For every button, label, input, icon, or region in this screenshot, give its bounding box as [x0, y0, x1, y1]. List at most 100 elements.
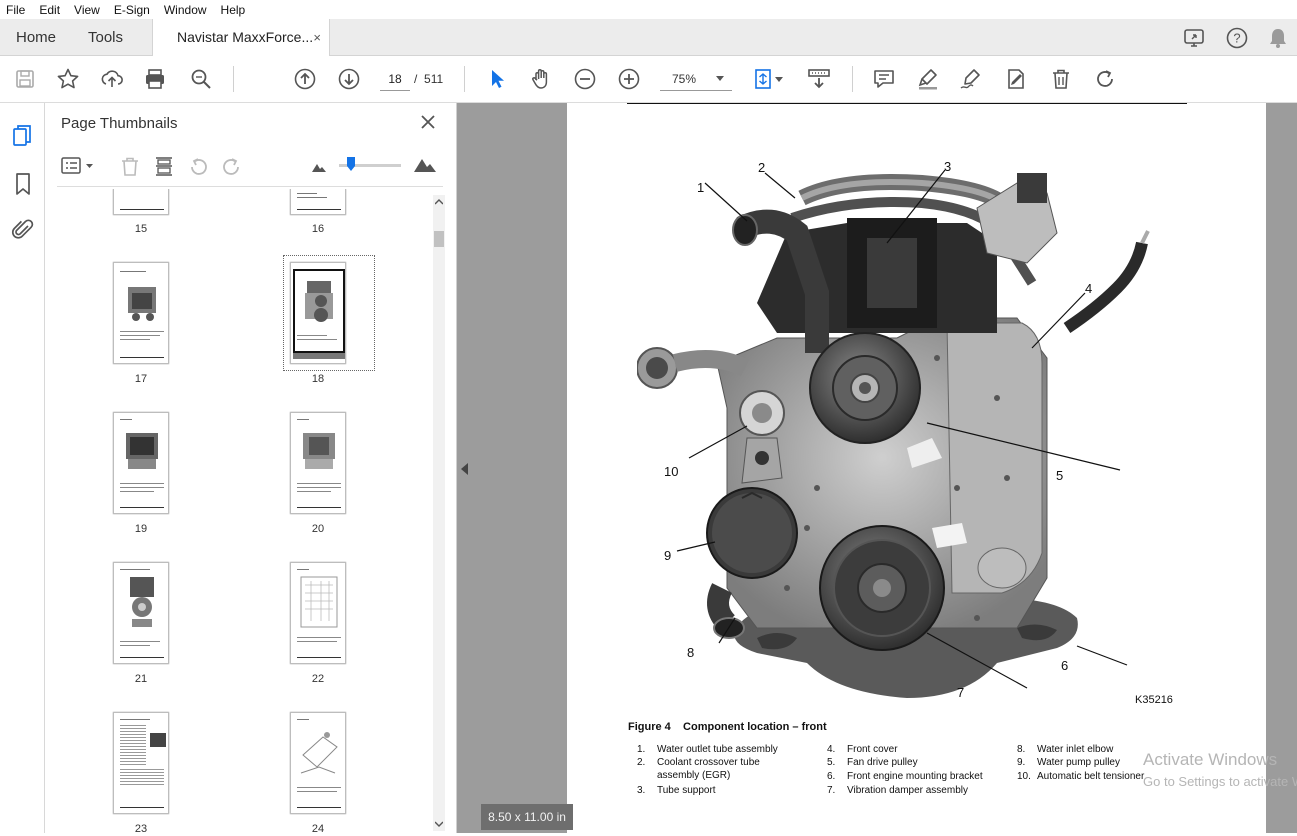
page-thumbnail[interactable]: [290, 562, 346, 664]
slider-handle[interactable]: [346, 156, 356, 172]
highlight-button[interactable]: [914, 65, 942, 93]
callout-10: 10: [664, 464, 679, 479]
pdf-page: 1 2 3 4 5 6 7 8 9 10 K35216 Figure 4 Com…: [567, 103, 1266, 836]
collapse-panel-button[interactable]: [457, 455, 473, 483]
document-viewport[interactable]: 1 2 3 4 5 6 7 8 9 10 K35216 Figure 4 Com…: [457, 103, 1297, 836]
thumbnail-options-icon[interactable]: [61, 156, 97, 176]
fit-page-icon: [755, 69, 783, 89]
menu-file[interactable]: File: [6, 3, 25, 17]
page-separator: /: [414, 72, 418, 86]
zoom-in-button[interactable]: [615, 65, 643, 93]
page-number-label: 21: [134, 673, 148, 685]
find-button[interactable]: [187, 65, 215, 93]
menu-help[interactable]: Help: [221, 3, 246, 17]
large-thumbnail-icon[interactable]: [413, 157, 437, 173]
page-thumbnail[interactable]: [290, 712, 346, 814]
trash-icon: [1053, 69, 1069, 89]
tab-document[interactable]: Navistar MaxxForce... ×: [152, 19, 330, 56]
page-thumbnail-selected[interactable]: [290, 262, 346, 364]
page-total-label: / 511: [414, 72, 443, 86]
callout-1: 1: [697, 180, 705, 195]
scrolling-mode-button[interactable]: [805, 65, 833, 93]
main-toolbar: / 511 75%: [0, 56, 1297, 103]
page-number-input[interactable]: [380, 67, 410, 91]
navigation-rail: [0, 103, 45, 833]
upload-button[interactable]: [98, 65, 126, 93]
watermark-line-2: Go to Settings to activate Windows.: [1143, 774, 1297, 789]
share-screen-icon[interactable]: [1183, 27, 1207, 49]
legend-item: 5. Fan drive pulley: [827, 757, 918, 768]
sign-button[interactable]: [958, 65, 986, 93]
extract-pages-icon[interactable]: [153, 155, 175, 177]
legend-item: 9. Water pump pulley: [1017, 757, 1120, 768]
hand-icon: [532, 69, 548, 89]
page-thumbnail[interactable]: [113, 262, 169, 364]
select-tool-button[interactable]: [483, 65, 511, 93]
bookmark-star-button[interactable]: [54, 65, 82, 93]
rotate-button[interactable]: [1091, 65, 1119, 93]
fill-sign-button[interactable]: [1003, 65, 1031, 93]
callout-6: 6: [1061, 658, 1069, 673]
pen-sign-icon: [960, 69, 980, 89]
cursor-icon: [492, 70, 504, 88]
menu-window[interactable]: Window: [164, 3, 207, 17]
scroll-up-icon[interactable]: [435, 199, 443, 205]
zoom-level-dropdown[interactable]: 75%: [660, 67, 732, 91]
page-thumbnail[interactable]: [290, 412, 346, 514]
legend-item: 3. Tube support: [637, 785, 716, 796]
legend-item: 4. Front cover: [827, 744, 898, 755]
scroll-mode-icon: [808, 69, 830, 89]
page-number-label: 16: [311, 223, 325, 235]
small-thumbnail-icon[interactable]: [311, 161, 327, 173]
rotate-clockwise-icon: [1097, 70, 1113, 87]
page-number-label: 15: [134, 223, 148, 235]
engine-front-thumbnail-image: [305, 281, 333, 322]
arrow-up-icon: [294, 68, 316, 90]
trash-icon[interactable]: [119, 155, 141, 177]
rotate-clockwise-icon[interactable]: [219, 155, 243, 177]
page-display-button[interactable]: [752, 65, 788, 93]
save-button[interactable]: [11, 65, 39, 93]
rotate-counterclockwise-icon[interactable]: [187, 155, 211, 177]
zoom-out-icon: [574, 68, 596, 90]
page-thumbnail[interactable]: [113, 412, 169, 514]
figure-caption: Figure 4 Component location – front: [628, 721, 827, 733]
zoom-level-value: 75%: [672, 72, 697, 86]
tab-tools[interactable]: Tools: [88, 19, 123, 56]
print-icon: [146, 69, 164, 89]
hand-tool-button[interactable]: [527, 65, 555, 93]
tab-home[interactable]: Home: [16, 19, 56, 56]
help-icon[interactable]: ?: [1225, 26, 1249, 50]
page-size-indicator: 8.50 x 11.00 in: [481, 804, 573, 830]
page-thumbnails-icon[interactable]: [11, 123, 35, 149]
previous-page-button[interactable]: [291, 65, 319, 93]
engine-thumbnail-image: [126, 433, 158, 469]
zoom-out-button[interactable]: [571, 65, 599, 93]
menu-esign[interactable]: E-Sign: [114, 3, 150, 17]
page-thumbnail[interactable]: [113, 562, 169, 664]
comment-button[interactable]: [870, 65, 898, 93]
menu-view[interactable]: View: [74, 3, 100, 17]
close-tab-icon[interactable]: ×: [313, 19, 321, 56]
callout-4: 4: [1085, 281, 1093, 296]
chevron-down-icon: [716, 76, 724, 81]
menu-edit[interactable]: Edit: [39, 3, 60, 17]
scrollbar-thumb[interactable]: [434, 231, 444, 247]
tab-bar: Home Tools Navistar MaxxForce... × ?: [0, 19, 1297, 56]
diagram-thumbnail-image: [300, 576, 338, 628]
figure-id: K35216: [1135, 694, 1173, 706]
panel-title: Page Thumbnails: [61, 115, 178, 132]
thumbnail-scrollbar[interactable]: [433, 195, 445, 831]
comment-icon: [874, 70, 894, 88]
close-icon[interactable]: [417, 111, 439, 133]
delete-button[interactable]: [1047, 65, 1075, 93]
print-button[interactable]: [141, 65, 169, 93]
bookmark-icon[interactable]: [12, 171, 34, 197]
notification-bell-icon[interactable]: [1267, 26, 1289, 50]
next-page-button[interactable]: [335, 65, 363, 93]
attachment-icon[interactable]: [11, 217, 35, 243]
page-thumbnail[interactable]: [290, 189, 346, 215]
page-thumbnail[interactable]: [113, 189, 169, 215]
scroll-down-icon[interactable]: [435, 821, 443, 827]
page-thumbnail[interactable]: [113, 712, 169, 814]
